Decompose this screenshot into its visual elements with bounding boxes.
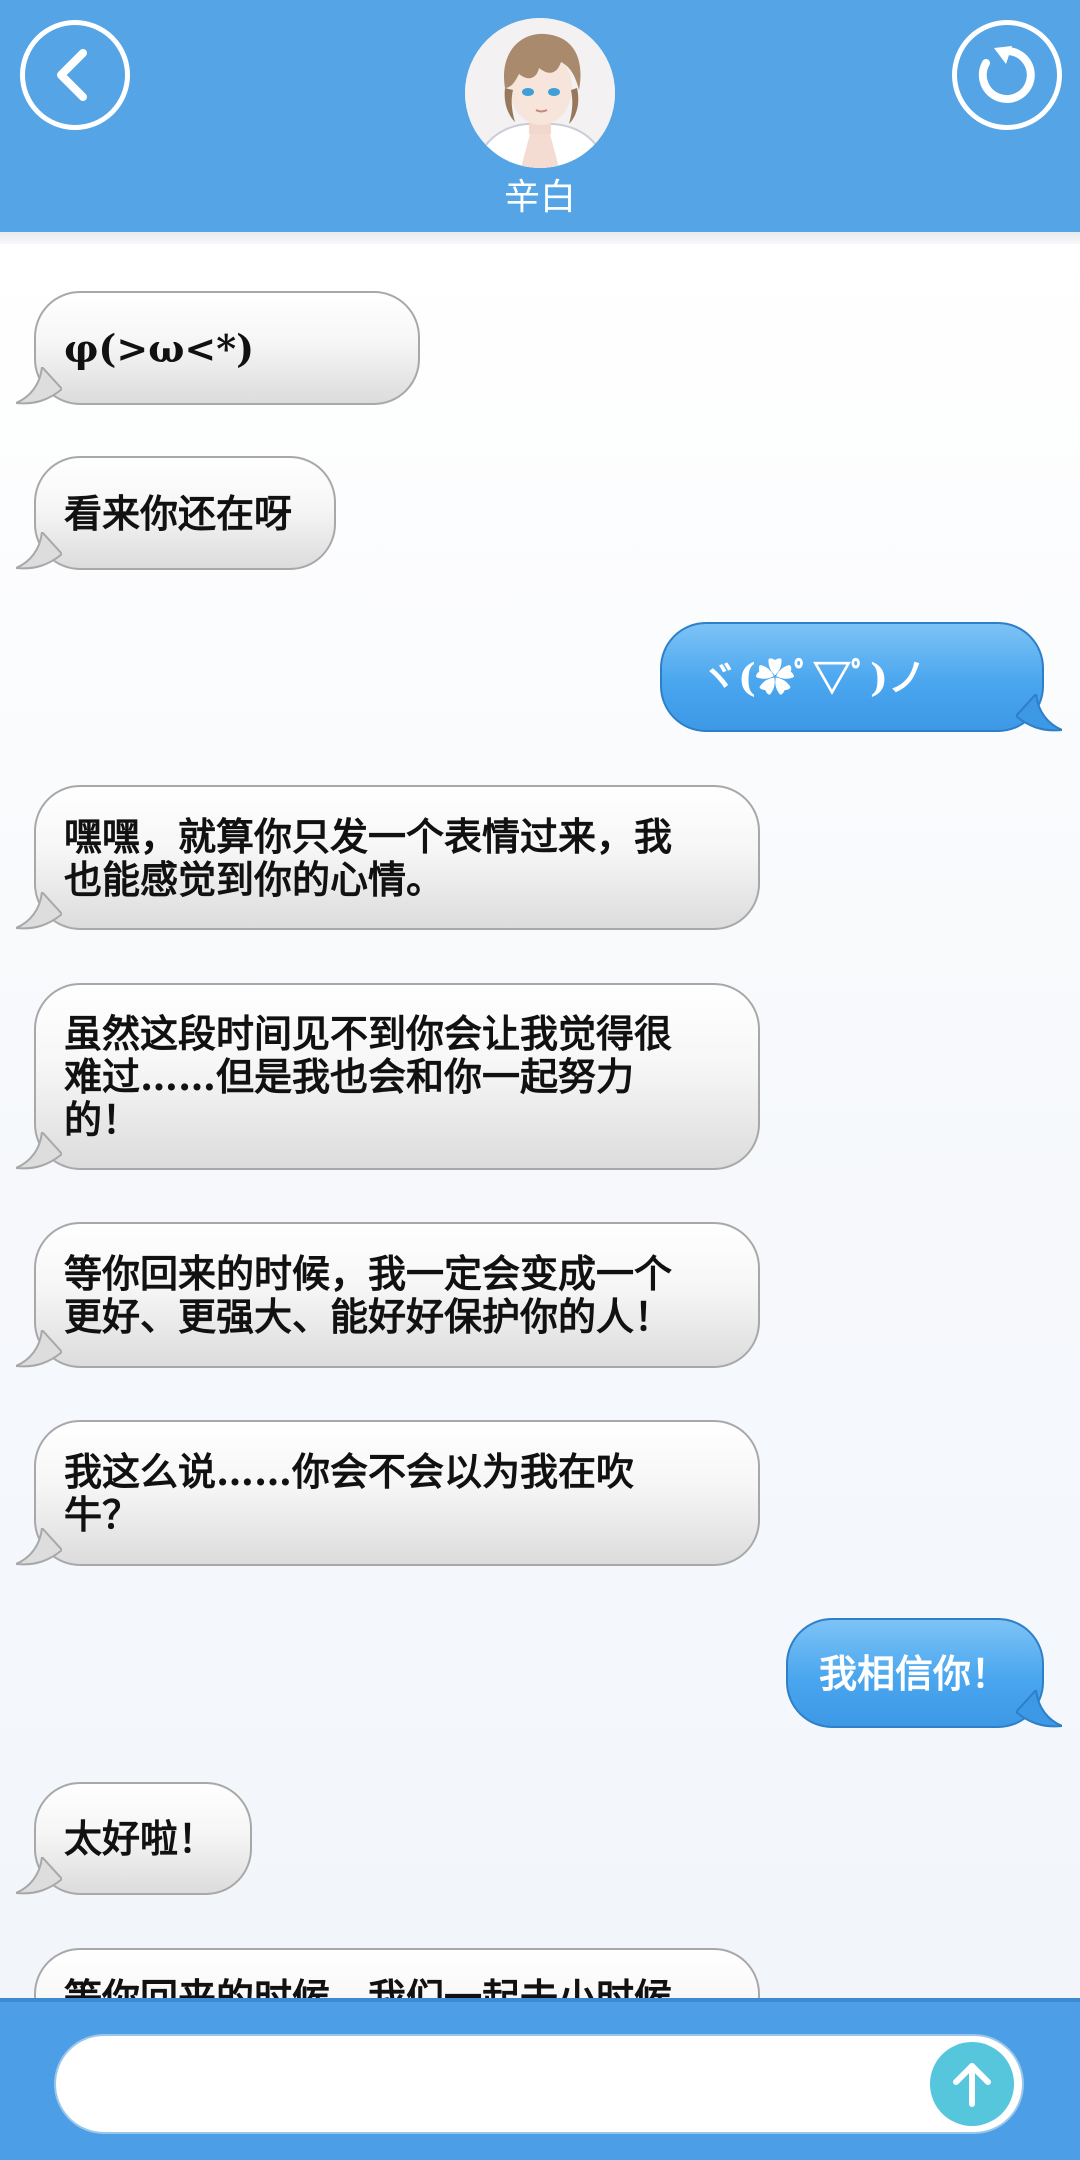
- incoming-message[interactable]: 嘿嘿，就算你只发一个表情过来，我 也能感觉到你的心情。: [16, 785, 760, 930]
- message-text: 我相信你！: [818, 1650, 1009, 1696]
- contact-avatar[interactable]: [465, 18, 615, 168]
- chat-header: 辛白: [0, 0, 1080, 232]
- incoming-message[interactable]: 太好啦！: [16, 1782, 252, 1895]
- message-text: ヾ(✿ﾟ▽ﾟ)ノ: [700, 654, 926, 700]
- chevron-left-icon: [57, 49, 87, 101]
- bubble-tail: [1016, 694, 1062, 732]
- message-composer: [0, 1998, 1080, 2160]
- back-button[interactable]: [20, 20, 130, 130]
- incoming-message[interactable]: 等你回来的时候，我一定会变成一个 更好、更强大、能好好保护你的人！: [16, 1222, 760, 1368]
- outgoing-message[interactable]: ヾ(✿ﾟ▽ﾟ)ノ: [660, 622, 1062, 732]
- message-text: 虽然这段时间见不到你会让我觉得很 难过……但是我也会和你一起努力 的！: [64, 1011, 673, 1142]
- contact-name: 辛白: [503, 177, 576, 218]
- bubble-tail: [16, 367, 62, 405]
- message-text: 我这么说……你会不会以为我在吹 牛？: [64, 1449, 635, 1537]
- bubble-tail: [16, 1528, 62, 1566]
- bubble-tail: [16, 1857, 62, 1895]
- message-text: 嘿嘿，就算你只发一个表情过来，我 也能感觉到你的心情。: [64, 813, 673, 902]
- bubble-tail: [16, 1330, 62, 1368]
- message-text: 等你回来的时候，我一定会变成一个 更好、更强大、能好好保护你的人！: [64, 1251, 673, 1339]
- incoming-message[interactable]: 虽然这段时间见不到你会让我觉得很 难过……但是我也会和你一起努力 的！: [16, 983, 760, 1170]
- incoming-message[interactable]: 我这么说……你会不会以为我在吹 牛？: [16, 1420, 760, 1566]
- message-input-wrapper[interactable]: [54, 2034, 1024, 2134]
- incoming-message[interactable]: 看来你还在呀: [16, 456, 336, 570]
- bubble-tail: [16, 892, 62, 930]
- bubble-tail: [1016, 1690, 1062, 1728]
- refresh-icon: [978, 46, 1035, 103]
- bubble-tail: [16, 1132, 62, 1170]
- message-text: 等你回来的时候，我们一起去小时候: [64, 1975, 673, 1998]
- message-input[interactable]: [86, 2056, 930, 2114]
- send-button[interactable]: [930, 2042, 1014, 2126]
- arrow-up-icon: [953, 2063, 991, 2107]
- header-divider: [0, 232, 1080, 244]
- incoming-message[interactable]: φ(>ω<*): [16, 291, 420, 405]
- outgoing-message[interactable]: 我相信你！: [786, 1618, 1062, 1728]
- message-text: 看来你还在呀: [64, 490, 293, 536]
- chat-area[interactable]: φ(>ω<*) 看来你还在呀 ヾ(✿ﾟ▽ﾟ)ノ 嘿嘿，就算你只发一个表情过来，我…: [0, 244, 1080, 1998]
- refresh-button[interactable]: [952, 20, 1062, 130]
- incoming-message[interactable]: 等你回来的时候，我们一起去小时候: [34, 1948, 760, 1998]
- bubble-tail: [16, 532, 62, 570]
- message-text: φ(>ω<*): [64, 325, 255, 371]
- message-text: 太好啦！: [64, 1816, 217, 1861]
